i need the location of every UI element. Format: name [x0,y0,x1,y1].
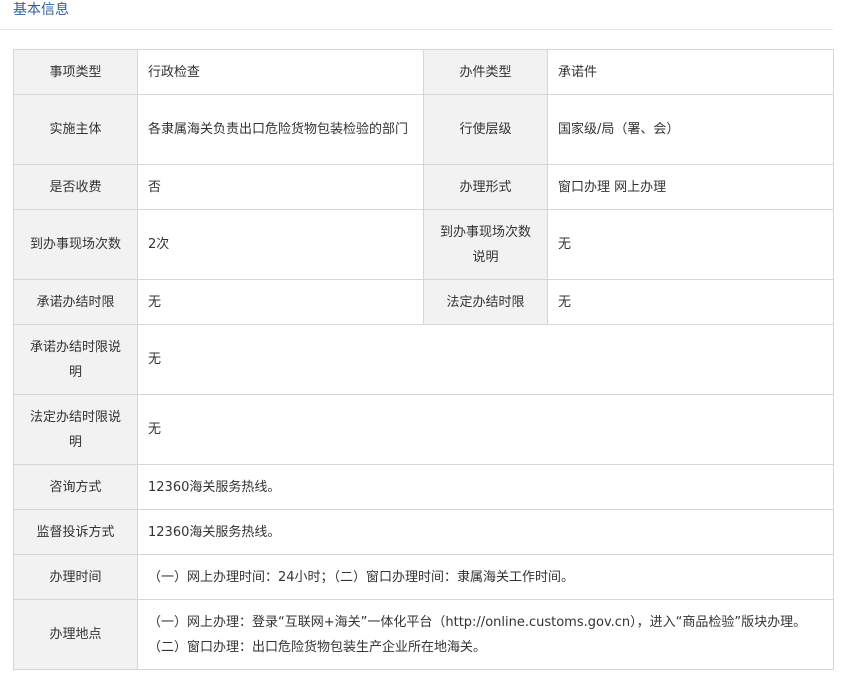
value-handling-time: （一）网上办理时间：24小时；（二）窗口办理时间：隶属海关工作时间。 [137,554,834,600]
label-onsite-visits: 到办事现场次数 [13,209,138,280]
table-row: 事项类型 行政检查 办件类型 承诺件 [13,49,834,95]
label-case-type: 办件类型 [423,49,548,95]
value-consultation: 12360海关服务热线。 [137,464,834,510]
info-table: 事项类型 行政检查 办件类型 承诺件 实施主体 各隶属海关负责出口危险货物包装检… [13,49,834,670]
value-promised-time-limit: 无 [137,279,424,325]
value-handling-location: （一）网上办理：登录“互联网+海关”一体化平台（http://online.cu… [137,599,834,670]
table-row: 是否收费 否 办理形式 窗口办理 网上办理 [13,164,834,210]
label-handling-time: 办理时间 [13,554,138,600]
label-handling-location: 办理地点 [13,599,138,670]
value-legal-time-limit-note: 无 [137,394,834,465]
value-case-type: 承诺件 [547,49,834,95]
value-onsite-visits: 2次 [137,209,424,280]
table-row: 实施主体 各隶属海关负责出口危险货物包装检验的部门 行使层级 国家级/局（署、会… [13,94,834,165]
value-legal-time-limit: 无 [547,279,834,325]
label-promised-time-limit: 承诺办结时限 [13,279,138,325]
label-consultation: 咨询方式 [13,464,138,510]
table-row: 监督投诉方式 12360海关服务热线。 [13,509,834,555]
section-title: 基本信息 [13,2,69,18]
value-item-type: 行政检查 [137,49,424,95]
value-implementing-body: 各隶属海关负责出口危险货物包装检验的部门 [137,94,424,165]
value-exercise-level: 国家级/局（署、会） [547,94,834,165]
label-exercise-level: 行使层级 [423,94,548,165]
label-complaint: 监督投诉方式 [13,509,138,555]
value-onsite-visits-note: 无 [547,209,834,280]
table-row: 咨询方式 12360海关服务热线。 [13,464,834,510]
label-handling-form: 办理形式 [423,164,548,210]
table-row: 办理时间 （一）网上办理时间：24小时；（二）窗口办理时间：隶属海关工作时间。 [13,554,834,600]
table-row: 承诺办结时限说明 无 [13,324,834,395]
value-handling-form: 窗口办理 网上办理 [547,164,834,210]
table-row: 到办事现场次数 2次 到办事现场次数说明 无 [13,209,834,280]
table-row: 承诺办结时限 无 法定办结时限 无 [13,279,834,325]
table-row: 办理地点 （一）网上办理：登录“互联网+海关”一体化平台（http://onli… [13,599,834,670]
value-complaint: 12360海关服务热线。 [137,509,834,555]
label-charge: 是否收费 [13,164,138,210]
value-promised-time-limit-note: 无 [137,324,834,395]
label-legal-time-limit-note: 法定办结时限说明 [13,394,138,465]
table-row: 法定办结时限说明 无 [13,394,834,465]
label-onsite-visits-note: 到办事现场次数说明 [423,209,548,280]
label-item-type: 事项类型 [13,49,138,95]
section-header: 基本信息 [0,0,833,30]
label-legal-time-limit: 法定办结时限 [423,279,548,325]
label-implementing-body: 实施主体 [13,94,138,165]
value-charge: 否 [137,164,424,210]
label-promised-time-limit-note: 承诺办结时限说明 [13,324,138,395]
